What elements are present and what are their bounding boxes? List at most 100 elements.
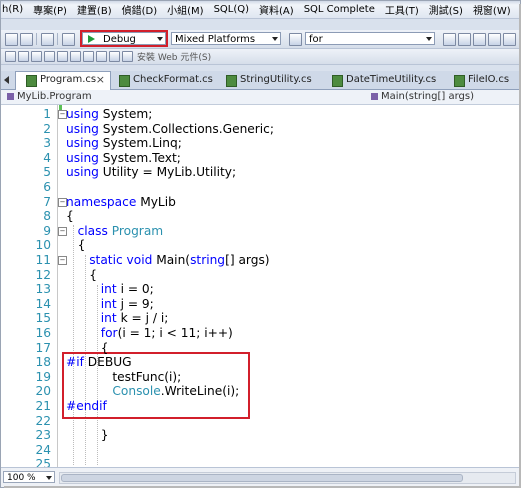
- keyword-token: int: [100, 311, 117, 326]
- open-icon[interactable]: [20, 33, 33, 46]
- line-number: 22: [35, 413, 51, 428]
- start-page-icon[interactable]: [503, 33, 516, 46]
- line-number: 14: [35, 296, 51, 311]
- menu-item[interactable]: h(R): [1, 4, 28, 15]
- outline-icon[interactable]: [109, 51, 120, 62]
- line-number: 9: [43, 223, 51, 238]
- line-number: 17: [35, 340, 51, 355]
- code-token: System;: [102, 107, 153, 121]
- toolbox-icon[interactable]: [488, 33, 501, 46]
- code-text: for(i = 1; i < 11; i++): [101, 326, 233, 341]
- code-token: MyLib: [140, 194, 176, 209]
- layout-icon[interactable]: [5, 51, 16, 62]
- code-token: j = 9;: [120, 296, 154, 311]
- line-number: 7: [43, 194, 51, 209]
- cs-file-icon: [226, 75, 237, 87]
- line-number: 2: [43, 121, 51, 136]
- chevron-down-icon: [272, 37, 278, 41]
- format-icon[interactable]: [70, 51, 81, 62]
- tag-icon[interactable]: [96, 51, 107, 62]
- cs-file-icon: [26, 75, 37, 87]
- code-text: }: [101, 428, 109, 443]
- undo-icon[interactable]: [41, 33, 54, 46]
- keyword-token: using: [66, 150, 99, 165]
- code-token: i = 0;: [120, 282, 154, 297]
- class-icon: [7, 93, 14, 100]
- object-browser-icon[interactable]: [473, 33, 486, 46]
- redo-icon[interactable]: [62, 33, 75, 46]
- code-text: using System;: [66, 107, 152, 122]
- line-number: 6: [43, 180, 51, 194]
- type-token: Console: [112, 384, 161, 399]
- zoom-combo[interactable]: 100 %: [3, 471, 55, 483]
- properties-icon[interactable]: [458, 33, 471, 46]
- line-number: 21: [35, 399, 51, 413]
- chevron-down-icon: [426, 37, 432, 41]
- method-icon: [371, 93, 378, 100]
- keyword-token: #if: [66, 355, 84, 370]
- code-text: using System.Linq;: [66, 136, 182, 151]
- tab-label: Program.cs: [40, 74, 97, 85]
- code-token: Main(: [156, 253, 191, 267]
- keyword-token: static: [89, 253, 123, 267]
- design-icon[interactable]: [31, 51, 42, 62]
- style-icon[interactable]: [83, 51, 94, 62]
- code-editor[interactable]: 1 − using System; 2 using System.Collections…: [1, 105, 520, 467]
- web-icon[interactable]: [122, 51, 133, 62]
- keyword-token: using: [66, 136, 99, 151]
- tab-label: CheckFormat.cs: [133, 74, 213, 85]
- navigation-bar: MyLib.Program Main(string[] args): [1, 90, 520, 105]
- tab-checkformat-cs[interactable]: CheckFormat.cs: [109, 72, 213, 88]
- code-token: System.Text;: [102, 150, 181, 165]
- code-text: {: [66, 209, 74, 224]
- collapse-icon[interactable]: −: [58, 256, 67, 265]
- cs-file-icon: [119, 75, 130, 87]
- platform-value: Mixed Platforms: [175, 34, 256, 45]
- menu-item[interactable]: SQL(Q): [209, 4, 254, 15]
- code-token: DEBUG: [87, 355, 132, 370]
- collapse-icon[interactable]: −: [58, 226, 67, 236]
- code-token: testFunc(i);: [112, 369, 182, 384]
- tab-label: DateTimeUtility.cs: [346, 74, 437, 85]
- line-number: 19: [35, 369, 51, 384]
- chevron-left-icon[interactable]: [4, 76, 9, 84]
- find-combo[interactable]: for: [305, 32, 435, 45]
- keyword-token: string: [190, 253, 226, 267]
- code-text: int j = 9;: [101, 297, 154, 312]
- code-text: namespace MyLib: [66, 195, 176, 210]
- scrollbar-thumb[interactable]: [61, 474, 463, 482]
- web-toolbar: 安裝 Web 元件(S): [1, 49, 520, 65]
- platform-combo[interactable]: Mixed Platforms: [171, 32, 281, 45]
- code-text: static void Main(string[] args): [89, 253, 269, 268]
- code-token: {: [100, 340, 109, 355]
- new-icon[interactable]: [5, 33, 18, 46]
- member-dropdown[interactable]: Main(string[] args): [371, 90, 474, 104]
- close-icon[interactable]: ×: [96, 72, 105, 88]
- horizontal-scrollbar[interactable]: [59, 472, 516, 484]
- tab-label: StringUtility.cs: [240, 74, 312, 85]
- line-number: 15: [35, 311, 51, 326]
- line-number: 18: [35, 355, 51, 370]
- type-token: Program: [111, 223, 164, 238]
- code-text: #endif: [66, 399, 107, 414]
- tab-fileio-cs[interactable]: FileIO.cs: [444, 72, 518, 88]
- tab-stringutility-cs[interactable]: StringUtility.cs: [216, 72, 326, 88]
- toolbar-separator: [36, 33, 37, 45]
- source-icon[interactable]: [57, 51, 68, 62]
- code-text: {: [89, 268, 97, 283]
- title-fade: [1, 1, 520, 5]
- grid-icon[interactable]: [18, 51, 29, 62]
- code-text: class Program: [78, 224, 164, 239]
- code-token: [] args): [225, 253, 270, 267]
- solution-explorer-icon[interactable]: [443, 33, 456, 46]
- tab-program-cs[interactable]: Program.cs ×: [15, 71, 111, 90]
- code-token: (i = 1; i < 11; i++): [117, 326, 233, 340]
- menu-item[interactable]: SQL Complete: [299, 4, 380, 15]
- split-icon[interactable]: [44, 51, 55, 62]
- tab-datetimeutility-cs[interactable]: DateTimeUtility.cs: [322, 72, 442, 88]
- publish-web-label[interactable]: 安裝 Web 元件(S): [137, 50, 211, 63]
- code-text: {: [101, 341, 109, 356]
- find-in-files-icon[interactable]: [289, 33, 302, 46]
- type-dropdown[interactable]: MyLib.Program: [7, 90, 92, 104]
- indent-guide: [73, 225, 74, 465]
